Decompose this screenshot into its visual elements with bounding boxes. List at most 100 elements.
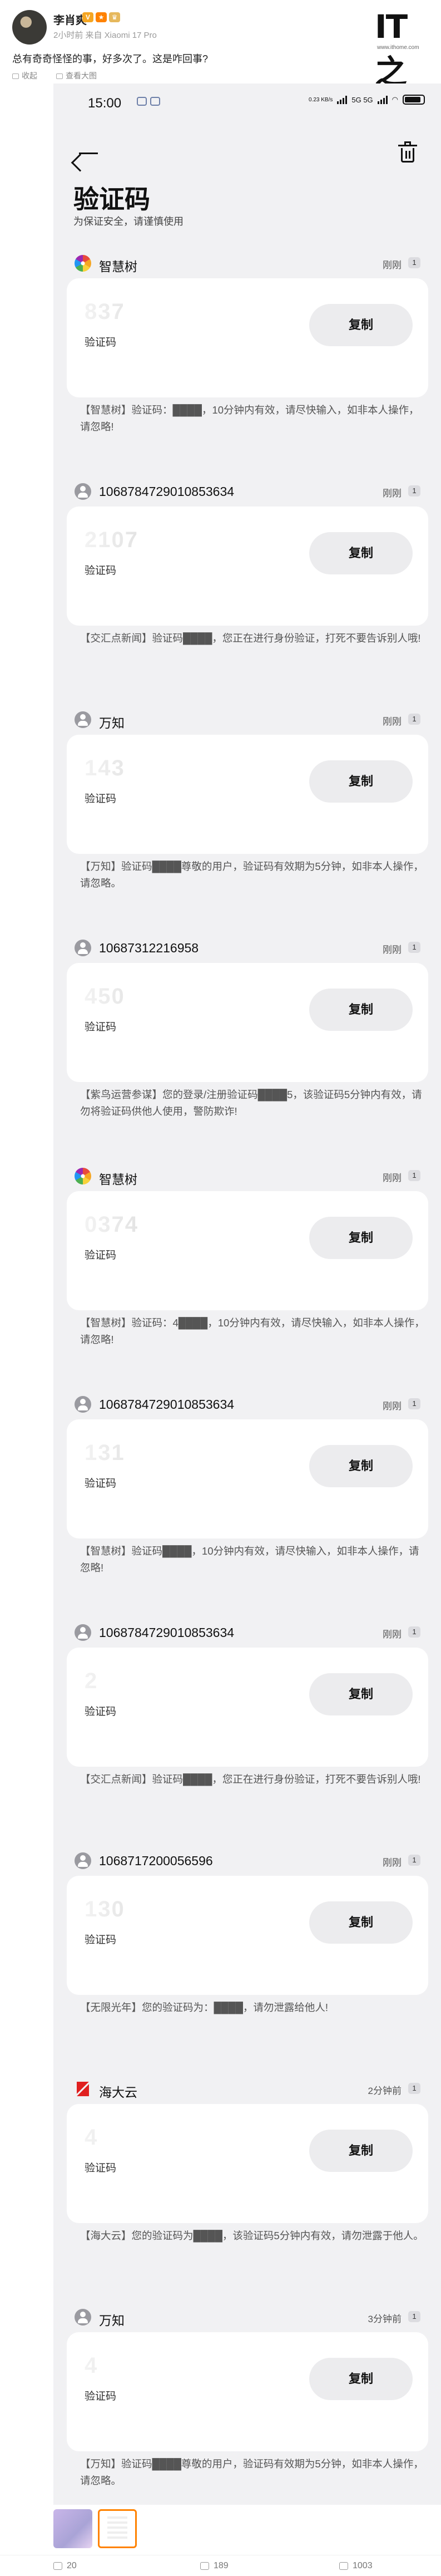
copy-button[interactable]: 复制: [309, 304, 413, 346]
repost-icon: [53, 2562, 62, 2570]
sms-message[interactable]: 【紫鸟运营参谋】您的登录/注册验证码████5，该验证码5分钟内有效，请勿将验证…: [80, 1087, 425, 1120]
sms-message[interactable]: 【海大云】您的验证码为████，该验证码5分钟内有效，请勿泄露于他人。: [80, 2228, 425, 2244]
notification-icons: [137, 97, 160, 106]
ithome-watermark: IT之 www.ithome.com: [375, 8, 436, 91]
fan-badge-icon: ★: [96, 12, 107, 22]
group-header[interactable]: 智慧树 刚刚 1: [67, 252, 428, 274]
copy-button[interactable]: 复制: [309, 1217, 413, 1259]
thumbnail-image-selected[interactable]: [98, 2509, 137, 2548]
code-label: 验证码: [85, 1021, 117, 1033]
avatar[interactable]: [12, 10, 47, 45]
watermark-url: www.ithome.com: [377, 45, 419, 51]
group-header[interactable]: 万知 刚刚 1: [67, 708, 428, 730]
sms-message[interactable]: 【万知】验证码████尊敬的用户，验证码有效期为5分钟，如非本人操作，请忽略。: [80, 858, 425, 892]
sms-message[interactable]: 【智慧树】验证码：████，10分钟内有效，请尽快输入，如非本人操作，请忽略!: [80, 402, 425, 435]
sender-avatar-icon: [75, 1396, 91, 1413]
like-button[interactable]: 1003: [339, 2561, 373, 2571]
count-badge: 1: [408, 2083, 420, 2094]
sms-message[interactable]: 【万知】验证码████尊敬的用户，验证码有效期为5分钟，如非本人操作，请忽略。: [80, 2456, 425, 2489]
code-label: 验证码: [85, 1478, 117, 1489]
group-header[interactable]: 10687847290108536​34 刚刚 1: [67, 1393, 428, 1415]
copy-button[interactable]: 复制: [309, 1673, 413, 1715]
code-label: 验证码: [85, 793, 117, 805]
image-thumbnails: [53, 2509, 137, 2548]
sender-name: 万知: [99, 716, 125, 730]
code-card: 0374 验证码 复制 【智慧树】验证码：4████，10分钟内有效，请尽快输入…: [67, 1191, 428, 1345]
zoom-icon: [56, 73, 63, 79]
collapse-button[interactable]: 收起: [12, 70, 37, 81]
sender-name: 10687847290108536​34: [99, 484, 235, 499]
code-card: 837 验证码 复制 【智慧树】验证码：████，10分钟内有效，请尽快输入，如…: [67, 278, 428, 432]
level-badge-icon: ♛: [109, 12, 120, 22]
like-icon: [339, 2562, 348, 2570]
trash-icon[interactable]: [398, 141, 417, 164]
redaction-mask: [83, 295, 167, 325]
copy-button[interactable]: 复制: [309, 1901, 413, 1944]
received-time: 2分钟前: [368, 2086, 402, 2096]
code-card: 450 验证码 复制 【紫鸟运营参谋】您的登录/注册验证码████5，该验证码5…: [67, 963, 428, 1117]
group-header[interactable]: 10687172000565​96 刚刚 1: [67, 1849, 428, 1871]
count-badge: 1: [408, 1398, 420, 1409]
code-label: 验证码: [85, 2391, 117, 2402]
count-badge: 1: [408, 1170, 420, 1181]
copy-button[interactable]: 复制: [309, 989, 413, 1031]
received-time: 刚刚: [383, 1857, 402, 1868]
code-label: 验证码: [85, 2162, 117, 2174]
comment-icon: [200, 2562, 209, 2570]
received-time: 刚刚: [383, 1629, 402, 1640]
username[interactable]: 李肖爽: [53, 11, 87, 27]
code-label: 验证码: [85, 1934, 117, 1946]
redaction-mask: [83, 1208, 167, 1238]
copy-button[interactable]: 复制: [309, 2358, 413, 2400]
group-header[interactable]: 10687312216958 刚刚 1: [67, 936, 428, 958]
sender-avatar-icon: [75, 1624, 91, 1641]
code-card: 131 验证码 复制 【智慧树】验证码████，10分钟内有效，请尽快输入，如非…: [67, 1419, 428, 1574]
sender-avatar-icon: [75, 255, 91, 272]
group-header[interactable]: 10687847290108536​34 刚刚 1: [67, 480, 428, 502]
sender-name: 海大云: [99, 2085, 137, 2100]
battery-icon: [403, 95, 425, 105]
group-header[interactable]: 智慧树 刚刚 1: [67, 1164, 428, 1187]
page-title: 验证码: [73, 185, 150, 214]
group-header[interactable]: 万知 3分钟前 1: [67, 2305, 428, 2328]
back-arrow-icon[interactable]: [75, 141, 105, 166]
image-actions: 收起 查看大图: [12, 70, 97, 81]
sender-name: 智慧树: [99, 1172, 137, 1187]
sms-message[interactable]: 【无限光年】您的验证码为：████，请勿泄露给他人!: [80, 1999, 425, 2016]
collapse-icon: [12, 73, 19, 79]
copy-button[interactable]: 复制: [309, 532, 413, 574]
group-header[interactable]: 10687847290108536​34 刚刚 1: [67, 1621, 428, 1643]
copy-button[interactable]: 复制: [309, 760, 413, 803]
sender-name: 10687847290108536​34: [99, 1397, 235, 1412]
phone-screenshot[interactable]: 15:00 0.23 KB/s 5G 5G ◠ 验证码 为保证安全，请谨慎使用 …: [53, 83, 441, 2505]
received-time: 刚刚: [383, 1173, 402, 1183]
post-meta: 2小时前 来自 Xiaomi 17 Pro: [53, 31, 157, 40]
sms-message[interactable]: 【智慧树】验证码：4████，10分钟内有效，请尽快输入，如非本人操作，请忽略!: [80, 1315, 425, 1348]
count-badge: 1: [408, 714, 420, 725]
received-time: 刚刚: [383, 260, 402, 271]
redaction-mask: [83, 1436, 167, 1466]
code-card: 143 验证码 复制 【万知】验证码████尊敬的用户，验证码有效期为5分钟，如…: [67, 735, 428, 889]
notification-icon: [137, 97, 147, 106]
signal-icon: [337, 95, 348, 104]
sms-message[interactable]: 【交汇点新闻】验证码████，您正在进行身份验证，打死不要告诉别人哦!: [80, 1771, 425, 1788]
sms-message[interactable]: 【智慧树】验证码████，10分钟内有效，请尽快输入，如非本人操作，请忽略!: [80, 1543, 425, 1576]
view-large-button[interactable]: 查看大图: [56, 70, 97, 81]
code-label: 验证码: [85, 337, 117, 348]
group-header[interactable]: 海大云 2分钟前 1: [67, 2077, 428, 2100]
sender-name: 10687312216958: [99, 941, 199, 955]
received-time: 3分钟前: [368, 2314, 402, 2324]
notification-icon: [150, 97, 160, 106]
sms-message[interactable]: 【交汇点新闻】验证码████，您正在进行身份验证，打死不要告诉别人哦!: [80, 630, 425, 647]
copy-button[interactable]: 复制: [309, 2130, 413, 2172]
redaction-mask: [83, 751, 167, 781]
repost-button[interactable]: 20: [53, 2561, 77, 2571]
comment-button[interactable]: 189: [200, 2561, 229, 2571]
redaction-mask: [83, 2349, 167, 2379]
copy-button[interactable]: 复制: [309, 1445, 413, 1487]
status-time: 15:00: [88, 96, 122, 111]
code-card: 2 验证码 复制 【交汇点新闻】验证码████，您正在进行身份验证，打死不要告诉…: [67, 1648, 428, 1785]
network-type: 5G 5G: [351, 95, 373, 104]
code-label: 验证码: [85, 1706, 117, 1718]
thumbnail-image[interactable]: [53, 2509, 92, 2548]
